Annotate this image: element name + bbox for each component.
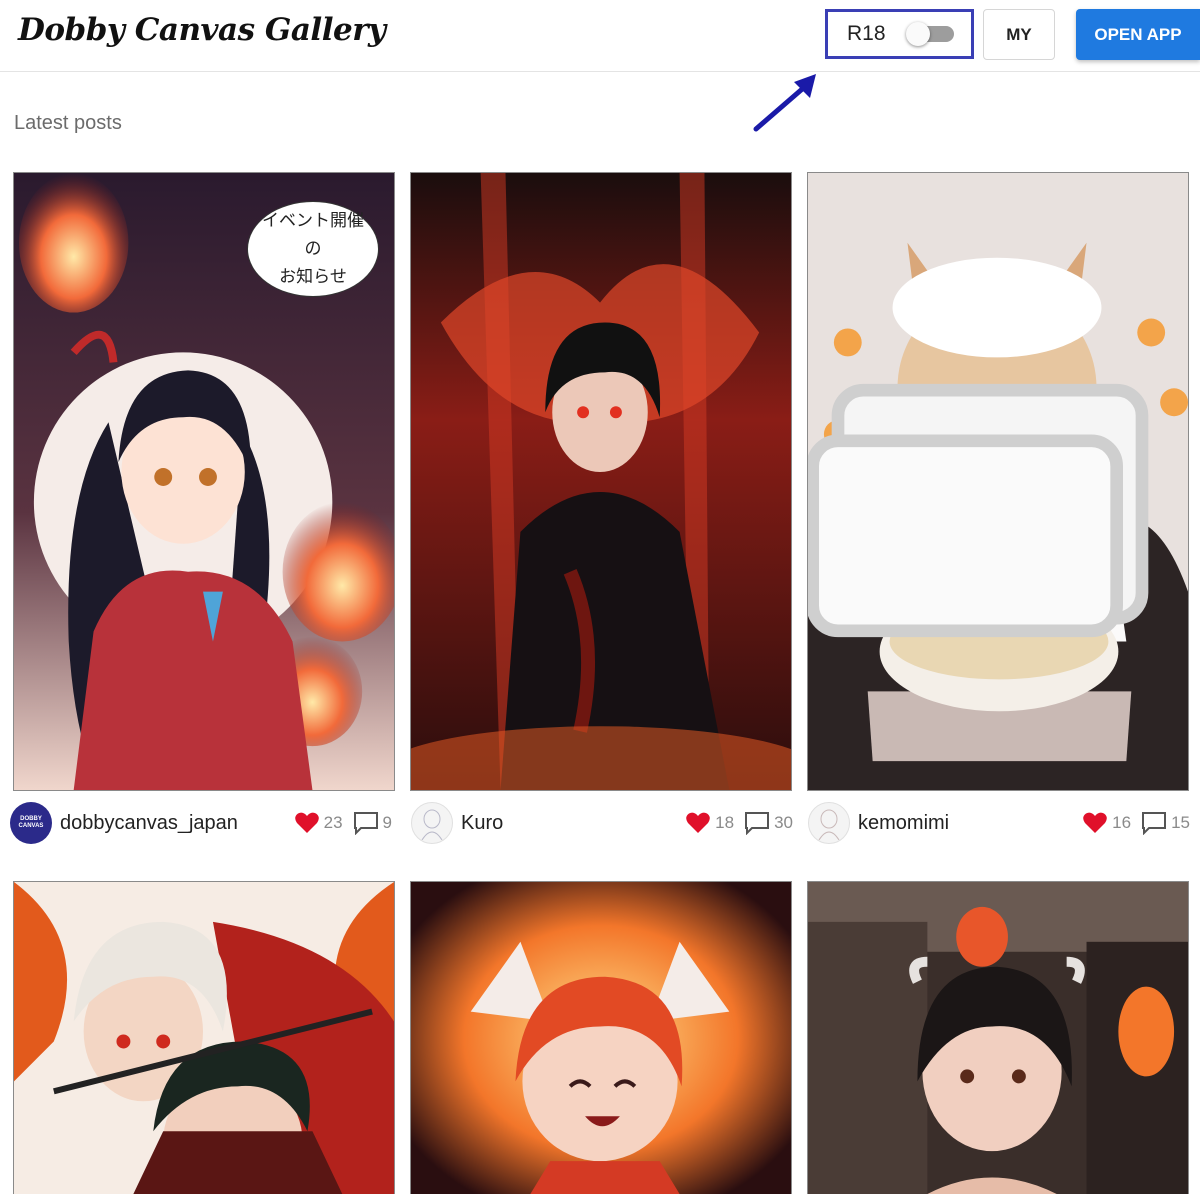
like-button[interactable]: 23 bbox=[294, 811, 343, 835]
bubble-line-1: イベント開催 bbox=[262, 211, 364, 231]
my-button[interactable]: MY bbox=[983, 9, 1055, 60]
top-bar: Dobby Canvas Gallery R18 MY OPEN APP bbox=[0, 0, 1200, 72]
like-button[interactable]: 16 bbox=[1082, 811, 1131, 835]
comment-count: 30 bbox=[774, 813, 793, 832]
avatar-text: DOBBY CANVAS bbox=[18, 816, 44, 829]
comment-button[interactable]: 9 bbox=[353, 811, 392, 835]
post-meta-1: DOBBY CANVAS dobbycanvas_japan 23 9 bbox=[10, 800, 392, 846]
like-button[interactable]: 18 bbox=[685, 811, 734, 835]
post-illustration bbox=[808, 882, 1188, 1194]
avatar[interactable] bbox=[411, 802, 453, 844]
r18-toggle[interactable] bbox=[905, 22, 954, 46]
username[interactable]: kemomimi bbox=[858, 812, 1072, 835]
post-image-6[interactable] bbox=[807, 881, 1189, 1194]
comment-icon bbox=[745, 812, 770, 835]
username[interactable]: Kuro bbox=[461, 812, 675, 835]
avatar-sketch-icon bbox=[818, 809, 840, 840]
like-count: 18 bbox=[715, 813, 735, 832]
heart-icon bbox=[686, 812, 710, 833]
post-illustration bbox=[411, 173, 791, 790]
r18-toggle-highlight: R18 bbox=[825, 9, 974, 59]
like-count: 23 bbox=[323, 813, 343, 832]
avatar[interactable]: DOBBY CANVAS bbox=[10, 802, 52, 844]
open-app-button[interactable]: OPEN APP bbox=[1076, 9, 1200, 60]
arrow-annotation-icon bbox=[753, 74, 816, 132]
folder-icon bbox=[808, 383, 1149, 638]
post-image-1[interactable]: イベント開催 の お知らせ bbox=[13, 172, 395, 791]
bubble-line-2: の bbox=[304, 239, 322, 259]
avatar-sketch-icon bbox=[421, 809, 443, 840]
comment-button[interactable]: 15 bbox=[1141, 811, 1190, 835]
post-illustration bbox=[411, 882, 791, 1194]
heart-icon bbox=[1083, 812, 1107, 833]
section-title: Latest posts bbox=[14, 112, 122, 134]
post-meta-3: kemomimi 16 15 bbox=[808, 800, 1190, 846]
post-image-4[interactable] bbox=[13, 881, 395, 1194]
post-image-2[interactable] bbox=[410, 172, 792, 791]
like-count: 16 bbox=[1112, 813, 1132, 832]
post-image-3[interactable] bbox=[807, 172, 1189, 791]
r18-label: R18 bbox=[847, 22, 886, 45]
site-logo[interactable]: Dobby Canvas Gallery bbox=[18, 12, 386, 48]
event-announcement-bubble: イベント開催 の お知らせ bbox=[247, 201, 379, 297]
username[interactable]: dobbycanvas_japan bbox=[60, 812, 284, 835]
avatar[interactable] bbox=[808, 802, 850, 844]
comment-button[interactable]: 30 bbox=[744, 811, 793, 835]
heart-icon bbox=[294, 812, 319, 833]
comment-count: 15 bbox=[1171, 813, 1190, 832]
bubble-line-3: お知らせ bbox=[279, 267, 347, 287]
comment-count: 9 bbox=[382, 813, 392, 832]
post-image-5[interactable] bbox=[410, 881, 792, 1194]
post-illustration bbox=[14, 882, 394, 1194]
comment-icon bbox=[353, 812, 378, 835]
r18-toggle-knob[interactable] bbox=[905, 22, 930, 46]
post-meta-2: Kuro 18 30 bbox=[411, 800, 793, 846]
comment-icon bbox=[1142, 812, 1167, 835]
